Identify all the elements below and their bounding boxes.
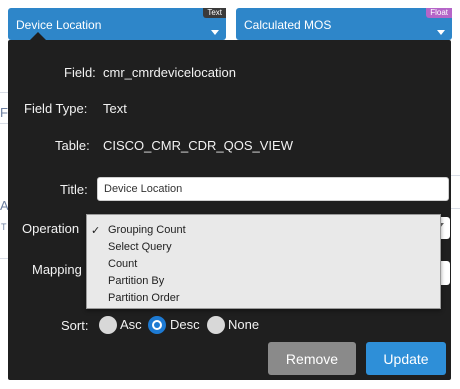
chip-label: Device Location <box>16 18 102 32</box>
field-value: cmr_cmrdevicelocation <box>103 65 236 80</box>
checkmark-icon: ✓ <box>91 225 101 237</box>
chevron-down-icon[interactable] <box>437 30 445 35</box>
mapping-label: Mapping <box>32 262 82 277</box>
table-label: Table: <box>55 138 90 153</box>
sort-asc-radio[interactable] <box>99 316 117 334</box>
dropdown-option-grouping-count[interactable]: Grouping Count <box>108 224 186 236</box>
title-input[interactable] <box>97 177 449 201</box>
popover-pointer <box>30 32 46 40</box>
title-label: Title: <box>60 182 88 197</box>
field-type-label: Field Type: <box>24 101 88 116</box>
remove-button[interactable]: Remove <box>268 342 356 375</box>
background-label: F <box>0 105 8 120</box>
background-label: T <box>1 222 7 232</box>
chevron-down-icon[interactable] <box>211 30 219 35</box>
type-badge: Text <box>203 8 226 18</box>
dropdown-option-partition-by[interactable]: Partition By <box>108 275 164 287</box>
background-divider <box>450 208 460 209</box>
sort-none-label[interactable]: None <box>228 317 259 332</box>
update-button[interactable]: Update <box>366 342 446 375</box>
table-value: CISCO_CMR_CDR_QOS_VIEW <box>103 138 293 153</box>
dropdown-option-count[interactable]: Count <box>108 258 137 270</box>
type-badge: Float <box>426 8 452 18</box>
dropdown-option-partition-order[interactable]: Partition Order <box>108 292 180 304</box>
field-type-value: Text <box>103 101 127 116</box>
sort-desc-label[interactable]: Desc <box>170 317 200 332</box>
sort-label: Sort: <box>61 318 89 333</box>
chip-label: Calculated MOS <box>244 18 332 32</box>
field-chip-calculated-mos[interactable]: Calculated MOS Float <box>236 8 452 40</box>
operation-label: Operation <box>22 221 80 236</box>
field-label: Field: <box>64 65 96 80</box>
sort-asc-label[interactable]: Asc <box>120 317 142 332</box>
sort-desc-radio[interactable] <box>148 316 166 334</box>
background-divider <box>450 175 460 176</box>
operation-dropdown-list[interactable]: ✓ Grouping Count Select Query Count Part… <box>86 214 441 309</box>
sort-none-radio[interactable] <box>207 316 225 334</box>
dropdown-option-select-query[interactable]: Select Query <box>108 241 172 253</box>
